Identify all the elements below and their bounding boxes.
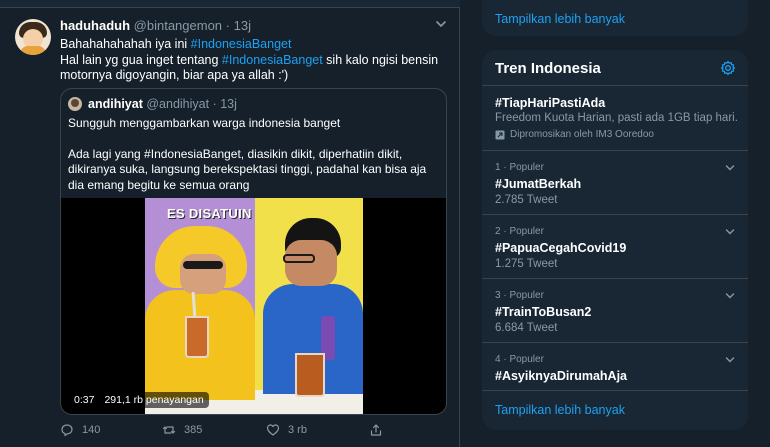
trend-meta: 2 · Populer [495, 226, 544, 237]
reply-button[interactable]: 140 [60, 423, 100, 437]
tweet-timestamp[interactable]: 13j [234, 18, 251, 33]
avatar[interactable] [15, 19, 51, 55]
like-button[interactable]: 3 rb [266, 423, 307, 437]
chevron-down-icon[interactable] [724, 226, 736, 238]
tweet-text: Bahahahahahah iya ini #IndonesiaBanget H… [60, 37, 450, 84]
promoted-trend[interactable]: #TiapHariPastiAda Freedom Kuota Harian, … [482, 87, 748, 151]
tweet-actions: 140 385 3 rb [60, 423, 400, 439]
quoted-text: Sungguh menggambarkan warga indonesia ba… [68, 116, 443, 193]
tweet-column: haduhaduh @bintangemon · 13j Bahahahahah… [0, 0, 460, 447]
promoted-trend-tag: #TiapHariPastiAda [495, 96, 606, 110]
tweet-text-part: Hal lain yg gua inget tentang [60, 52, 222, 67]
trend-item[interactable]: 3 · Populer #TrainToBusan2 6.684 Tweet [482, 280, 748, 343]
trend-tag: #PapuaCegahCovid19 [495, 241, 627, 255]
video-caption: ES DISATUIN [167, 206, 252, 221]
quoted-text-paragraph: Ada lagi yang #IndonesiaBanget, diasikin… [68, 146, 427, 192]
trend-tag: #JumatBerkah [495, 177, 582, 191]
show-more-link[interactable]: Tampilkan lebih banyak [495, 12, 625, 26]
quoted-header: andihiyat @andihiyat · 13j [88, 97, 237, 111]
quoted-text-line: Sungguh menggambarkan warga indonesia ba… [68, 116, 341, 130]
video-player[interactable]: ES DISATUIN 0:37 291,1 rb penayangan [61, 198, 446, 414]
quoted-tweet[interactable]: andihiyat @andihiyat · 13j Sungguh mengg… [60, 88, 447, 415]
trend-item[interactable]: 1 · Populer #JumatBerkah 2.785 Tweet [482, 152, 748, 215]
chevron-down-icon[interactable] [724, 354, 736, 366]
footer-links-cut [495, 440, 695, 447]
video-duration-badge: 0:37 291,1 rb penayangan [69, 392, 209, 408]
chevron-down-icon[interactable] [434, 17, 448, 31]
trend-count: 2.785 Tweet [495, 194, 558, 206]
like-count: 3 rb [288, 424, 307, 436]
video-views: 291,1 rb penayangan [104, 394, 204, 406]
quoted-timestamp: 13j [220, 97, 237, 111]
trend-meta: 1 · Populer [495, 162, 544, 173]
trend-tag: #AsyiknyaDirumahAja [495, 369, 628, 383]
trends-title: Tren Indonesia [495, 60, 601, 77]
share-button[interactable] [369, 423, 383, 437]
trend-item[interactable]: 2 · Populer #PapuaCegahCovid19 1.275 Twe… [482, 216, 748, 279]
reply-icon [61, 424, 73, 437]
hashtag-link[interactable]: #IndonesiaBanget [222, 53, 323, 67]
quoted-author-handle: @andihiyat [146, 97, 210, 111]
quoted-avatar[interactable] [68, 97, 82, 111]
video-duration: 0:37 [74, 394, 95, 406]
tweet-text-part: Bahahahahahah iya ini [60, 37, 191, 51]
quoted-author-name: andihiyat [88, 97, 143, 111]
promoted-icon [495, 130, 505, 139]
promoted-trend-description: Freedom Kuota Harian, pasti ada 1GB tiap… [495, 112, 738, 124]
trends-header: Tren Indonesia [482, 50, 748, 86]
tweet-author-name[interactable]: haduhaduh [60, 18, 130, 33]
separator-dot: · [212, 97, 217, 111]
trend-meta: 3 · Populer [495, 290, 544, 301]
retweet-icon [162, 426, 176, 434]
hashtag-link[interactable]: #IndonesiaBanget [191, 37, 292, 51]
tweet-header: haduhaduh @bintangemon · 13j [60, 18, 251, 33]
retweet-count: 385 [184, 424, 203, 436]
separator-dot: · [225, 18, 231, 33]
trends-card: Tren Indonesia #TiapHariPastiAda Freedom… [482, 50, 748, 430]
trend-count: 1.275 Tweet [495, 258, 558, 270]
heart-icon [266, 424, 280, 436]
reply-count: 140 [82, 424, 101, 436]
tweet-author-handle[interactable]: @bintangemon [134, 18, 222, 33]
previous-tweet-edge [0, 0, 460, 8]
gear-icon[interactable] [720, 60, 736, 76]
trend-item[interactable]: 4 · Populer #AsyiknyaDirumahAja [482, 344, 748, 391]
promoted-by-text: Dipromosikan oleh IM3 Ooredoo [510, 129, 654, 140]
retweet-button[interactable]: 385 [162, 423, 202, 437]
chevron-down-icon[interactable] [724, 162, 736, 174]
promoted-by: Dipromosikan oleh IM3 Ooredoo [495, 129, 654, 140]
video-thumbnail: ES DISATUIN [145, 198, 363, 414]
show-more-link[interactable]: Tampilkan lebih banyak [495, 403, 625, 417]
chevron-down-icon[interactable] [724, 290, 736, 302]
share-icon [370, 424, 382, 436]
trend-tag: #TrainToBusan2 [495, 305, 592, 319]
trend-count: 6.684 Tweet [495, 322, 558, 334]
trend-meta: 4 · Populer [495, 354, 544, 365]
